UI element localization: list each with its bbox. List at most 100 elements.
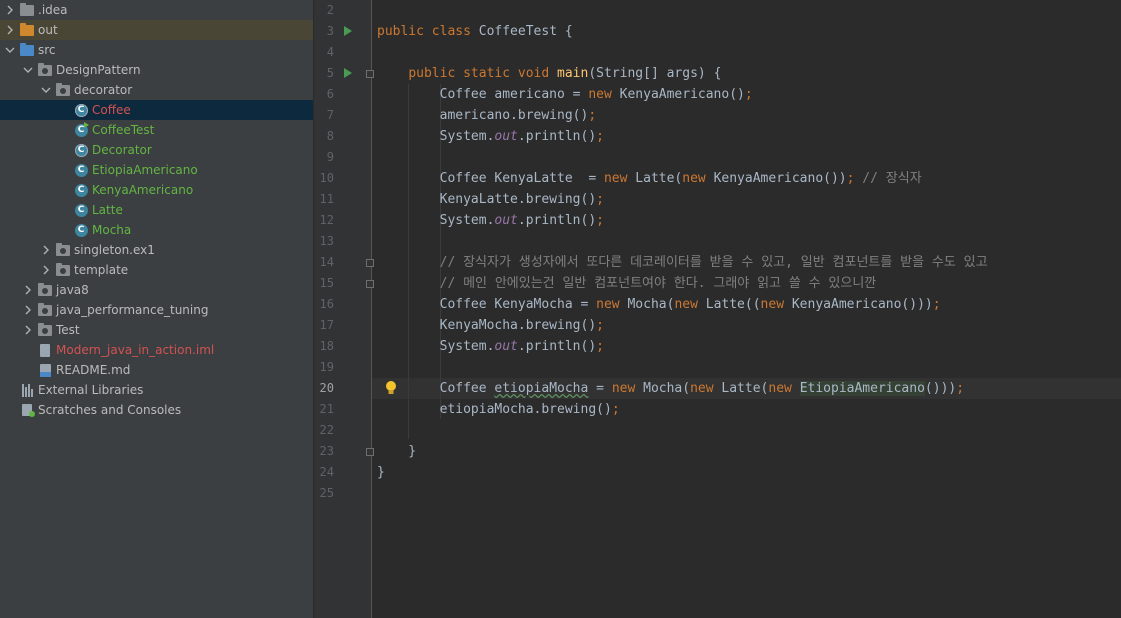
markdown-file-icon <box>38 363 52 377</box>
code-line[interactable]: } <box>377 462 385 483</box>
package-icon <box>56 82 70 97</box>
tree-item[interactable]: Scratches and Consoles <box>0 400 313 420</box>
tree-item-label: External Libraries <box>38 383 144 397</box>
code-token: CoffeeTest { <box>478 24 573 39</box>
tree-item[interactable]: java8 <box>0 280 313 300</box>
tree-item-label: java8 <box>56 283 89 297</box>
code-token: System. <box>377 129 495 144</box>
abstract-class-icon: C <box>74 143 88 157</box>
line-number: 11 <box>319 192 334 206</box>
code-line[interactable]: americano.brewing(); <box>377 105 597 126</box>
tree-item[interactable]: C CoffeeTest <box>0 120 313 140</box>
abstract-class-icon: C <box>74 103 88 117</box>
package-icon <box>56 262 70 277</box>
tree-item[interactable]: DesignPattern <box>0 60 313 80</box>
package-icon <box>38 322 52 337</box>
code-token: out <box>494 213 518 228</box>
line-number: 5 <box>326 66 334 80</box>
chevron-right-icon[interactable] <box>22 324 34 336</box>
code-token: ; <box>596 192 604 207</box>
tree-item-label: singleton.ex1 <box>74 243 155 257</box>
tree-item[interactable]: template <box>0 260 313 280</box>
chevron-right-icon[interactable] <box>22 304 34 316</box>
code-token: Latte(( <box>705 297 761 312</box>
line-number: 14 <box>319 255 334 269</box>
tree-item[interactable]: src <box>0 40 313 60</box>
tree-item[interactable]: External Libraries <box>0 380 313 400</box>
package-icon <box>38 282 52 297</box>
line-number: 19 <box>319 360 334 374</box>
code-line[interactable]: System.out.println(); <box>377 126 604 147</box>
code-token: ; <box>932 297 941 312</box>
line-number: 3 <box>326 24 334 38</box>
code-line[interactable]: // 장식자가 생성자에서 또다른 데코레이터를 받을 수 있고, 일반 컴포넌… <box>377 252 988 273</box>
chevron-right-icon[interactable] <box>40 264 52 276</box>
line-number: 23 <box>319 444 334 458</box>
tree-item[interactable]: singleton.ex1 <box>0 240 313 260</box>
chevron-right-icon[interactable] <box>40 244 52 256</box>
tree-item[interactable]: C Mocha <box>0 220 313 240</box>
code-token: // 장식자가 생성자에서 또다른 데코레이터를 받을 수 있고, 일반 컴포넌… <box>377 255 988 270</box>
tree-item[interactable]: C Coffee <box>0 100 313 120</box>
code-token: ; <box>596 129 604 144</box>
code-line[interactable]: // 메인 안에있는건 일반 컴포넌트여야 한다. 그래야 읽고 쓸 수 있으니… <box>377 273 877 294</box>
run-gutter-icon[interactable] <box>344 26 352 36</box>
chevron-down-icon[interactable] <box>40 84 52 96</box>
code-line[interactable]: KenyaLatte.brewing(); <box>377 189 604 210</box>
line-number: 9 <box>326 150 334 164</box>
tree-item-label: .idea <box>38 3 68 17</box>
folder-icon <box>20 2 34 17</box>
tree-item-label: KenyaAmericano <box>92 183 194 197</box>
tree-item[interactable]: decorator <box>0 80 313 100</box>
class-icon: C <box>74 163 88 177</box>
code-token: Coffee <box>377 381 495 396</box>
class-run-icon: C <box>74 122 89 137</box>
tree-item[interactable]: C EtiopiaAmericano <box>0 160 313 180</box>
code-line[interactable]: KenyaMocha.brewing(); <box>377 315 604 336</box>
code-token: Mocha( <box>627 297 675 312</box>
code-token: .println() <box>517 339 597 354</box>
class-icon: C <box>74 203 88 217</box>
code-line[interactable]: } <box>377 441 416 462</box>
fold-marker-icon[interactable] <box>366 280 374 288</box>
tree-item[interactable]: Modern_java_in_action.iml <box>0 340 313 360</box>
folder-out-icon <box>20 22 34 37</box>
code-line[interactable]: Coffee KenyaMocha = new Mocha(new Latte(… <box>377 294 941 315</box>
code-line[interactable]: etiopiaMocha.brewing(); <box>377 399 620 420</box>
fold-marker-icon[interactable] <box>366 70 374 78</box>
chevron-right-icon[interactable] <box>4 4 16 16</box>
iml-file-icon <box>38 343 52 357</box>
code-line[interactable]: public static void main(String[] args) { <box>377 63 721 84</box>
code-token: public class <box>377 24 479 39</box>
code-line[interactable]: Coffee KenyaLatte = new Latte(new KenyaA… <box>377 168 922 189</box>
line-number: 15 <box>319 276 334 290</box>
tree-item-label: Latte <box>92 203 123 217</box>
code-line[interactable]: System.out.println(); <box>377 336 604 357</box>
chevron-right-icon[interactable] <box>22 284 34 296</box>
tree-item[interactable]: C Latte <box>0 200 313 220</box>
tree-item[interactable]: out <box>0 20 313 40</box>
tree-item-label: Mocha <box>92 223 132 237</box>
code-line[interactable]: System.out.println(); <box>377 210 604 231</box>
tree-item[interactable]: C Decorator <box>0 140 313 160</box>
code-token: new <box>674 297 706 312</box>
chevron-right-icon[interactable] <box>4 24 16 36</box>
code-token: KenyaLatte.brewing() <box>377 192 597 207</box>
code-token: Mocha( <box>643 381 691 396</box>
tree-item[interactable]: java_performance_tuning <box>0 300 313 320</box>
chevron-down-icon[interactable] <box>4 44 16 56</box>
tree-item[interactable]: README.md <box>0 360 313 380</box>
chevron-down-icon[interactable] <box>22 64 34 76</box>
tree-item[interactable]: .idea <box>0 0 313 20</box>
tree-item[interactable]: C KenyaAmericano <box>0 180 313 200</box>
code-token: } <box>377 465 385 480</box>
code-token: new <box>588 87 620 102</box>
run-gutter-icon[interactable] <box>344 68 352 78</box>
tree-item[interactable]: Test <box>0 320 313 340</box>
line-number: 22 <box>319 423 334 437</box>
code-line[interactable]: public class CoffeeTest { <box>377 21 573 42</box>
code-line[interactable]: Coffee americano = new KenyaAmericano(); <box>377 84 753 105</box>
fold-marker-icon[interactable] <box>366 448 374 456</box>
code-line[interactable]: Coffee etiopiaMocha = new Mocha(new Latt… <box>377 378 964 399</box>
fold-marker-icon[interactable] <box>366 259 374 267</box>
